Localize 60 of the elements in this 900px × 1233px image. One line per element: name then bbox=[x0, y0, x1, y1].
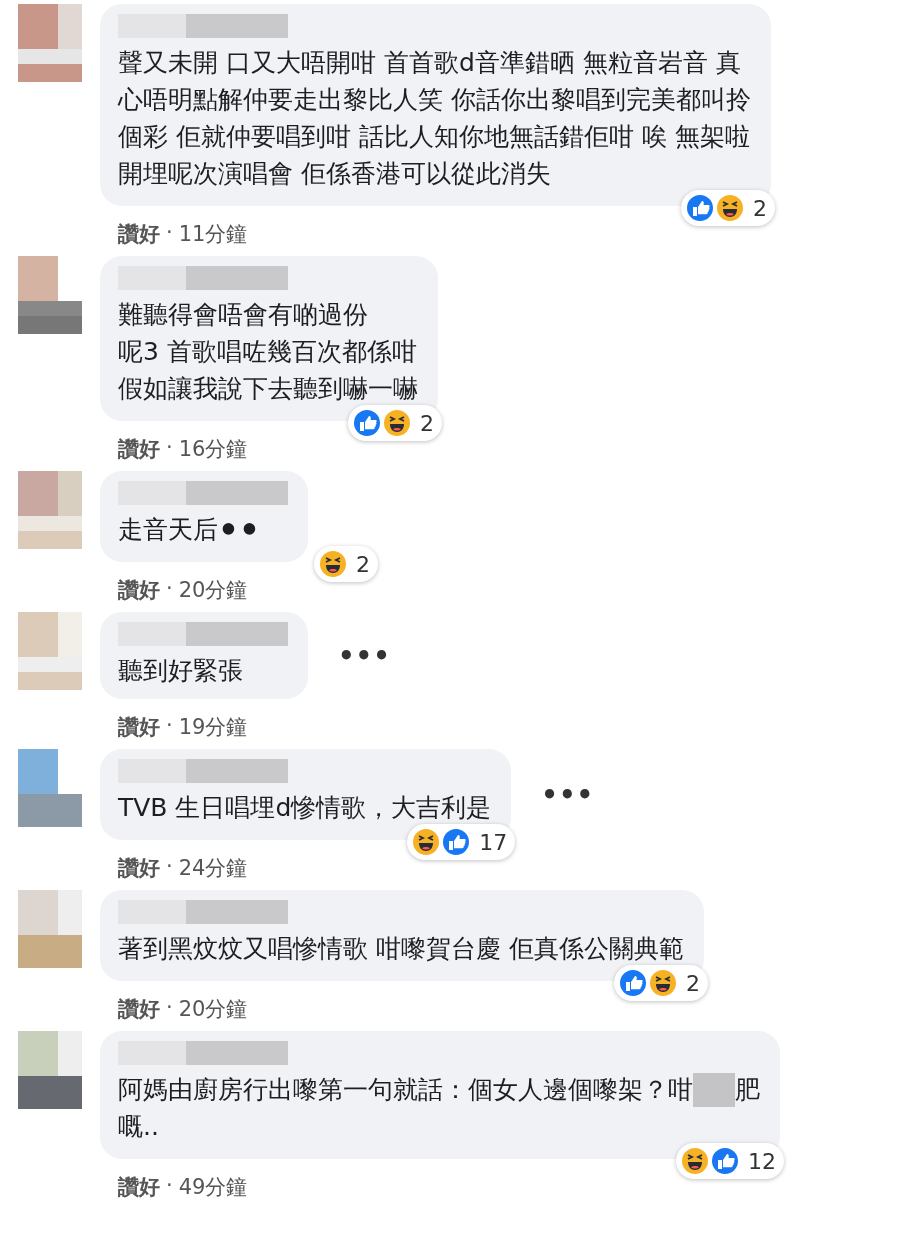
comment-text: 聽到好緊張 bbox=[118, 655, 243, 687]
thumbs-up-icon bbox=[684, 193, 715, 223]
more-options-button[interactable]: ••• bbox=[541, 779, 595, 810]
laughing-face-icon bbox=[382, 408, 412, 438]
comment-time: 24分鐘 bbox=[178, 855, 248, 882]
reaction-count: 2 bbox=[420, 410, 434, 436]
comment-text: 著到黑炆炆又唱慘情歌 咁嚟賀台慶 佢真係公關典範 bbox=[118, 933, 684, 965]
comment-text: 假如讓我說下去聽到嚇一嚇 bbox=[118, 373, 418, 405]
reaction-count: 12 bbox=[748, 1148, 776, 1174]
reaction-count: 2 bbox=[356, 551, 370, 577]
comment-time: 11分鐘 bbox=[178, 221, 248, 248]
comment-time: 20分鐘 bbox=[178, 577, 248, 604]
comment-text: 肥 bbox=[735, 1074, 760, 1106]
more-options-button[interactable]: ••• bbox=[338, 640, 391, 671]
reaction-badge[interactable]: 12 bbox=[676, 1143, 784, 1179]
comment-text: TVB 生日唱埋d慘情歌，大吉利是 bbox=[118, 792, 492, 824]
comment-text: 走音天后⚫⚫ bbox=[118, 514, 260, 546]
comment-text: 聲又未開 口又大唔開咁 首首歌d音準錯晒 無粒音岩音 真 bbox=[118, 47, 741, 79]
reaction-count: 2 bbox=[752, 195, 767, 221]
thumbs-up-icon bbox=[617, 968, 648, 998]
reaction-count: 2 bbox=[685, 970, 700, 996]
reaction-badge[interactable]: 2 bbox=[613, 965, 708, 1001]
like-link[interactable]: 讚好 bbox=[118, 220, 160, 248]
dot-separator: · bbox=[166, 1173, 173, 1199]
dot-separator: · bbox=[166, 576, 173, 602]
dot-separator: · bbox=[166, 435, 173, 461]
comment-time: 16分鐘 bbox=[178, 436, 248, 463]
reaction-badge[interactable]: 17 bbox=[407, 824, 516, 860]
comment-text: 阿媽由廚房行出嚟第一句就話：個女人邊個嚟架？咁 bbox=[118, 1074, 693, 1106]
comment-text: 心唔明點解仲要走出黎比人笑 你話你出黎唱到完美都叫拎 bbox=[118, 84, 751, 116]
laughing-face-icon bbox=[680, 1146, 710, 1176]
comment-text: 嘅.. bbox=[118, 1111, 159, 1143]
dot-separator: · bbox=[166, 995, 173, 1021]
dot-separator: · bbox=[166, 220, 173, 246]
comment-text: 難聽得會唔會有啲過份 bbox=[118, 299, 368, 331]
comment-text: 呢3 首歌唱咗幾百次都係咁 bbox=[118, 336, 417, 368]
reaction-badge[interactable]: 2 bbox=[680, 190, 775, 226]
comment-time: 20分鐘 bbox=[178, 996, 248, 1023]
like-link[interactable]: 讚好 bbox=[118, 995, 160, 1023]
like-link[interactable]: 讚好 bbox=[118, 435, 160, 463]
dot-separator: · bbox=[166, 713, 173, 739]
laughing-face-icon bbox=[647, 968, 678, 998]
reaction-badge[interactable]: 2 bbox=[348, 405, 442, 441]
reaction-badge[interactable]: 2 bbox=[314, 546, 378, 582]
thumbs-up-icon bbox=[710, 1146, 740, 1176]
comment-time: 49分鐘 bbox=[178, 1174, 248, 1201]
comment-text: 個彩 佢就仲要唱到咁 話比人知你地無話錯佢咁 唉 無架啦 bbox=[118, 121, 750, 153]
like-link[interactable]: 讚好 bbox=[118, 713, 160, 741]
like-link[interactable]: 讚好 bbox=[118, 576, 160, 604]
laughing-face-icon bbox=[714, 193, 745, 223]
comment-text: 開埋呢次演唱會 佢係香港可以從此消失 bbox=[118, 158, 551, 190]
laughing-face-icon bbox=[411, 827, 442, 857]
comment-time: 19分鐘 bbox=[178, 714, 248, 741]
reaction-count: 17 bbox=[479, 829, 508, 855]
thumbs-up-icon bbox=[441, 827, 472, 857]
laughing-face-icon bbox=[318, 549, 348, 579]
thumbs-up-icon bbox=[352, 408, 382, 438]
like-link[interactable]: 讚好 bbox=[118, 1173, 160, 1201]
dot-separator: · bbox=[166, 854, 173, 880]
like-link[interactable]: 讚好 bbox=[118, 854, 160, 882]
